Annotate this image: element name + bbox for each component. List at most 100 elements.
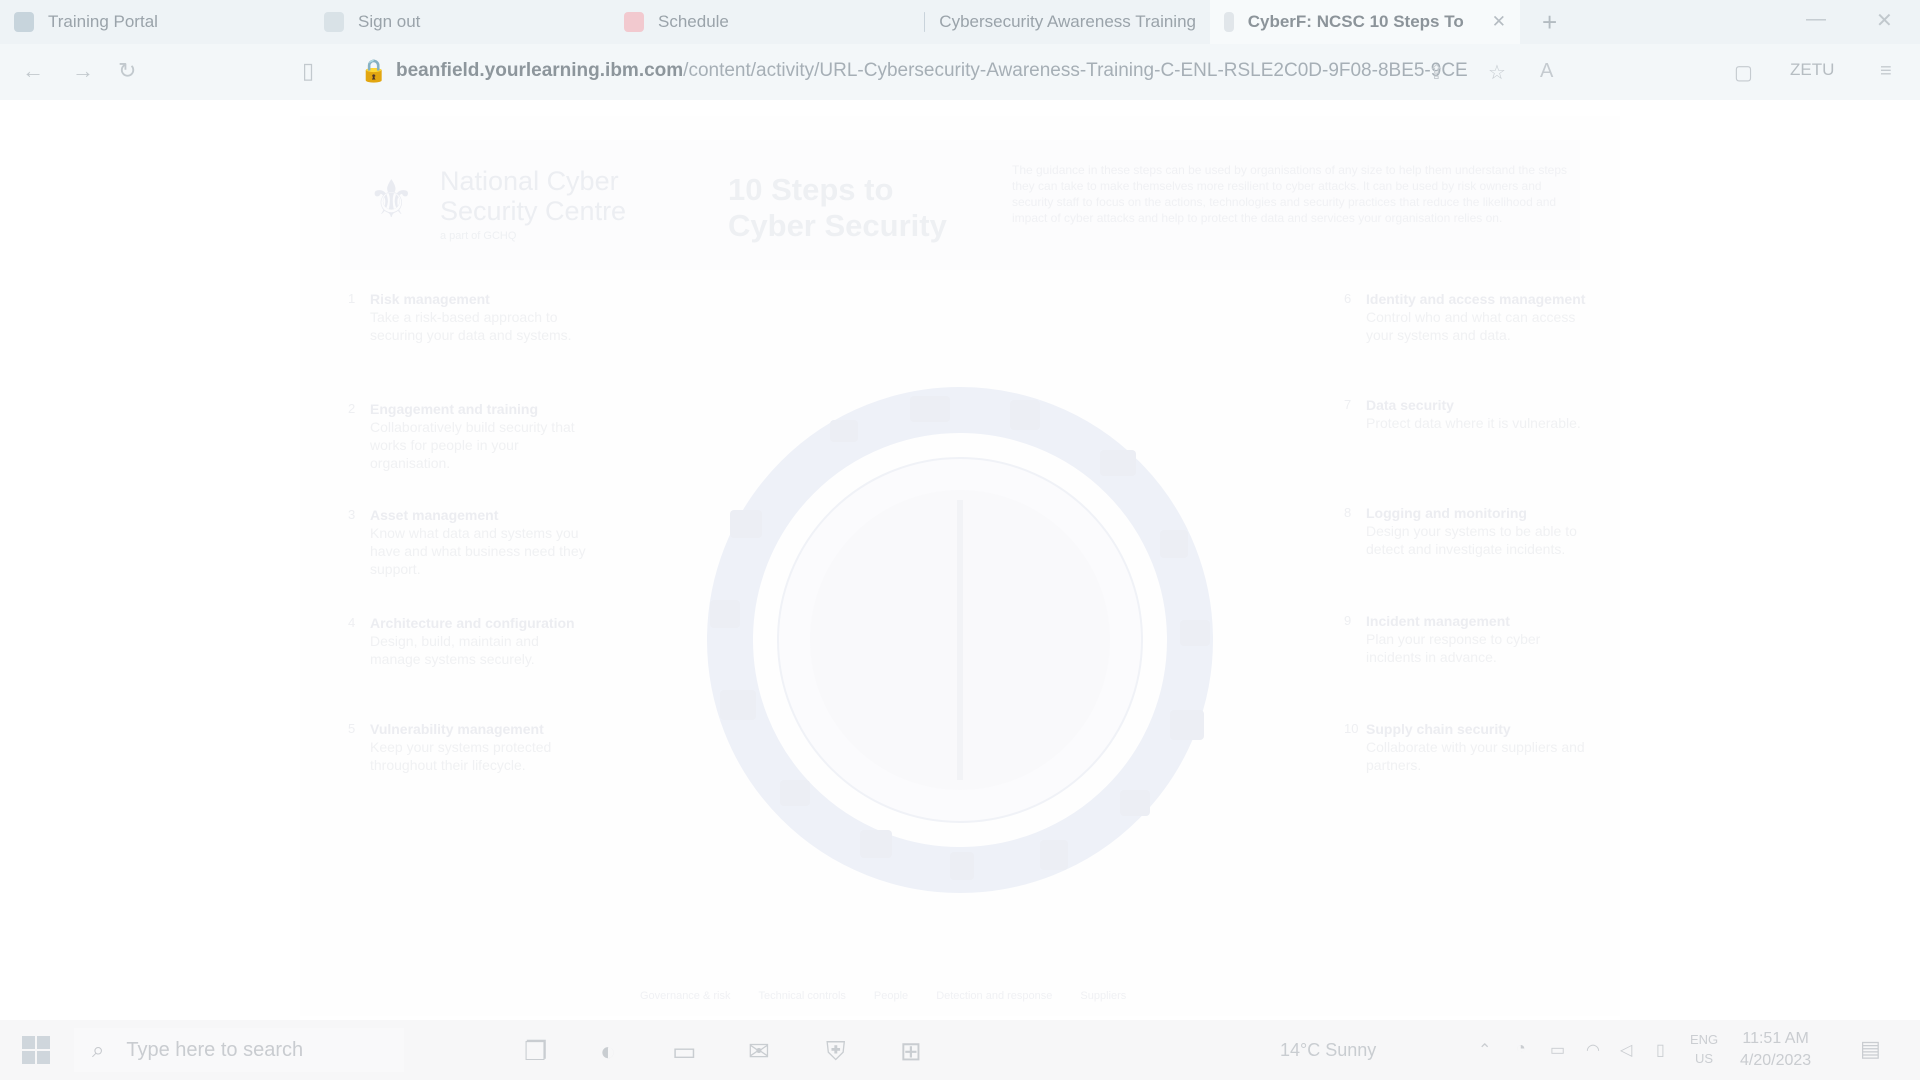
close-tab-icon[interactable]: ✕ bbox=[1492, 12, 1506, 32]
task-view-icon[interactable]: ❐ bbox=[524, 1036, 547, 1067]
volume-icon[interactable]: ◁ bbox=[1620, 1040, 1632, 1060]
taskbar-clock[interactable]: 11:51 AM 4/20/2023 bbox=[1740, 1028, 1811, 1072]
step-title: Supply chain security bbox=[1366, 721, 1511, 737]
wifi-icon[interactable]: ◠ bbox=[1586, 1040, 1600, 1060]
taskbar-search-box[interactable]: ⌕ Type here to search bbox=[74, 1028, 404, 1072]
step-title: Risk management bbox=[370, 291, 490, 307]
tab-label: Training Portal bbox=[48, 12, 158, 31]
tab-label: Cybersecurity Awareness Training bbox=[939, 12, 1196, 31]
close-window-icon[interactable]: ✕ bbox=[1876, 8, 1893, 33]
step-number: 10 bbox=[1344, 721, 1359, 736]
tab-training-portal[interactable]: Training Portal bbox=[0, 0, 310, 44]
minimize-icon[interactable]: — bbox=[1806, 8, 1826, 31]
store-icon[interactable]: ⊞ bbox=[900, 1036, 922, 1067]
refresh-icon[interactable]: ↻ bbox=[118, 58, 136, 84]
step-number: 6 bbox=[1344, 291, 1352, 306]
browser-addressbar: ← → ↻ ▯ 🔒 beanfield.yourlearning.ibm.com… bbox=[0, 44, 1920, 100]
url-path: /content/activity/URL-Cybersecurity-Awar… bbox=[683, 60, 1468, 81]
tab-favicon-icon bbox=[324, 12, 344, 32]
step-item: 3 Asset management Know what data and sy… bbox=[348, 506, 590, 578]
read-aloud-icon[interactable]: A bbox=[1540, 60, 1553, 83]
notifications-icon[interactable]: ▤ bbox=[1860, 1036, 1881, 1062]
step-title: Data security bbox=[1366, 397, 1454, 413]
tab-label: Sign out bbox=[358, 12, 421, 31]
bookmark-icon[interactable]: ▯ bbox=[302, 58, 314, 84]
edge-browser-icon[interactable]: ◐ bbox=[600, 1036, 616, 1067]
step-number: 3 bbox=[348, 507, 356, 522]
menu-icon[interactable]: ≡ bbox=[1880, 60, 1892, 83]
browser-tabbar: Training Portal Sign out Schedule Cybers… bbox=[0, 0, 1920, 44]
tab-label: CyberF: NCSC 10 Steps To bbox=[1247, 12, 1464, 31]
search-placeholder: Type here to search bbox=[126, 1038, 304, 1061]
step-title: Vulnerability management bbox=[370, 721, 544, 737]
share-icon[interactable]: ⇪ bbox=[1428, 60, 1445, 85]
step-number: 1 bbox=[348, 291, 356, 306]
tab-schedule[interactable]: Schedule bbox=[610, 0, 910, 44]
step-text: Keep your systems protected throughout t… bbox=[370, 739, 552, 773]
step-number: 4 bbox=[348, 615, 356, 630]
step-item: 4 Architecture and configuration Design,… bbox=[348, 614, 590, 668]
step-number: 9 bbox=[1344, 613, 1352, 628]
collections-icon[interactable]: ▢ bbox=[1734, 60, 1753, 85]
tab-sign-out[interactable]: Sign out bbox=[310, 0, 610, 44]
org-name: National Cyber Security Centre bbox=[440, 166, 627, 226]
url-host: beanfield.yourlearning.ibm.com bbox=[396, 60, 684, 81]
battery-icon[interactable]: ▯ bbox=[1656, 1040, 1665, 1060]
legend-item: Suppliers bbox=[1080, 990, 1127, 1002]
security-shield-icon[interactable]: ⛨ bbox=[826, 1036, 846, 1068]
step-text: Know what data and systems you have and … bbox=[370, 525, 586, 577]
step-title: Identity and access management bbox=[1366, 291, 1586, 307]
step-number: 8 bbox=[1344, 505, 1352, 520]
step-item: 6 Identity and access management Control… bbox=[1344, 290, 1586, 344]
step-item: 1 Risk management Take a risk-based appr… bbox=[348, 290, 590, 344]
step-title: Asset management bbox=[370, 507, 499, 523]
tab-ncsc-10-steps[interactable]: CyberF: NCSC 10 Steps To ✕ bbox=[1210, 0, 1520, 44]
step-title: Engagement and training bbox=[370, 401, 539, 417]
step-number: 2 bbox=[348, 401, 356, 416]
tab-favicon-icon bbox=[14, 12, 34, 32]
tab-cybersecurity-training[interactable]: Cybersecurity Awareness Training bbox=[910, 0, 1210, 44]
page-content: ⚜ National Cyber Security Centre a part … bbox=[0, 100, 1920, 1020]
search-icon: ⌕ bbox=[92, 1037, 105, 1062]
url-field[interactable]: beanfield.yourlearning.ibm.com/content/a… bbox=[396, 60, 1468, 82]
legend-item: People bbox=[873, 990, 909, 1002]
new-tab-button[interactable]: + bbox=[1542, 7, 1557, 38]
step-item: 9 Incident management Plan your response… bbox=[1344, 612, 1586, 666]
step-text: Collaboratively build security that work… bbox=[370, 419, 575, 471]
windows-taskbar: ⌕ Type here to search ❐ ◐ ▭ ✉ ⛨ ⊞ 14°C S… bbox=[0, 1020, 1920, 1080]
lock-icon: 🔒 bbox=[360, 58, 388, 83]
legend-item: Technical controls bbox=[758, 990, 846, 1002]
step-item: 7 Data security Protect data where it is… bbox=[1344, 396, 1586, 432]
clock-time: 11:51 AM bbox=[1742, 1030, 1809, 1047]
file-explorer-icon[interactable]: ▭ bbox=[672, 1036, 697, 1067]
keyboard-region: US bbox=[1695, 1051, 1714, 1066]
language-indicator[interactable]: ENG US bbox=[1690, 1030, 1718, 1068]
step-item: 2 Engagement and training Collaborativel… bbox=[348, 400, 590, 472]
weather-widget[interactable]: 14°C Sunny bbox=[1280, 1040, 1376, 1061]
step-item: 8 Logging and monitoring Design your sys… bbox=[1344, 504, 1586, 558]
step-title: Architecture and configuration bbox=[370, 615, 575, 631]
mail-icon[interactable]: ✉ bbox=[748, 1036, 770, 1067]
step-number: 7 bbox=[1344, 397, 1352, 412]
tab-favicon-icon bbox=[624, 12, 644, 32]
step-text: Collaborate with your suppliers and part… bbox=[1366, 739, 1585, 773]
step-text: Control who and what can access your sys… bbox=[1366, 309, 1576, 343]
back-icon[interactable]: ← bbox=[22, 58, 44, 84]
display-icon[interactable]: ▭ bbox=[1550, 1040, 1565, 1060]
cyber-wheel-illustration bbox=[707, 387, 1213, 893]
forward-icon[interactable]: → bbox=[72, 58, 94, 84]
windows-start-icon[interactable] bbox=[20, 1034, 52, 1066]
step-title: Logging and monitoring bbox=[1366, 505, 1527, 521]
step-item: 5 Vulnerability management Keep your sys… bbox=[348, 720, 590, 774]
show-hidden-icons-icon[interactable]: ⌃ bbox=[1478, 1040, 1491, 1060]
step-text: Take a risk-based approach to securing y… bbox=[370, 309, 572, 343]
profile-button[interactable]: ZETU bbox=[1790, 60, 1834, 80]
network-icon[interactable]: ◔ bbox=[1516, 1040, 1526, 1058]
favorite-icon[interactable]: ☆ bbox=[1488, 60, 1506, 85]
language-code: ENG bbox=[1690, 1032, 1719, 1047]
document-legend: Governance & risk Technical controls Peo… bbox=[640, 990, 1126, 1002]
legend-item: Detection and response bbox=[936, 990, 1053, 1002]
tab-favicon-icon bbox=[924, 12, 926, 32]
step-item: 10 Supply chain security Collaborate wit… bbox=[1344, 720, 1586, 774]
document-intro: The guidance in these steps can be used … bbox=[1012, 163, 1568, 225]
